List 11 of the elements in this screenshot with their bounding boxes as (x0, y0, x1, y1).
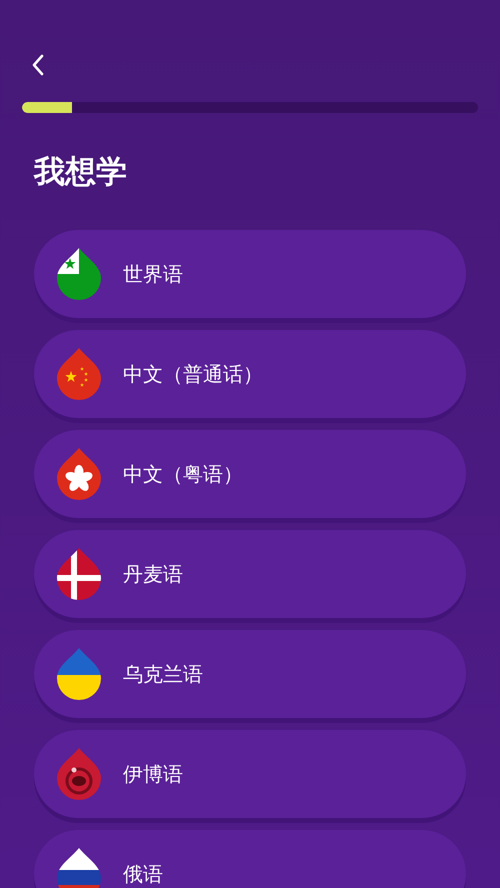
language-option[interactable]: 乌克兰语 (34, 630, 466, 718)
language-option[interactable]: 丹麦语 (34, 530, 466, 618)
language-option[interactable]: 中文（粤语） (34, 430, 466, 518)
flag-drop-icon (57, 848, 101, 888)
page-title: 我想学 (34, 157, 128, 188)
language-option[interactable]: 中文（普通话） (34, 330, 466, 418)
flag-drop-icon (57, 648, 101, 700)
language-option[interactable]: 世界语 (34, 230, 466, 318)
language-option[interactable]: 伊博语 (34, 730, 466, 818)
language-option[interactable]: 俄语 (34, 830, 466, 888)
back-icon[interactable] (31, 54, 45, 76)
